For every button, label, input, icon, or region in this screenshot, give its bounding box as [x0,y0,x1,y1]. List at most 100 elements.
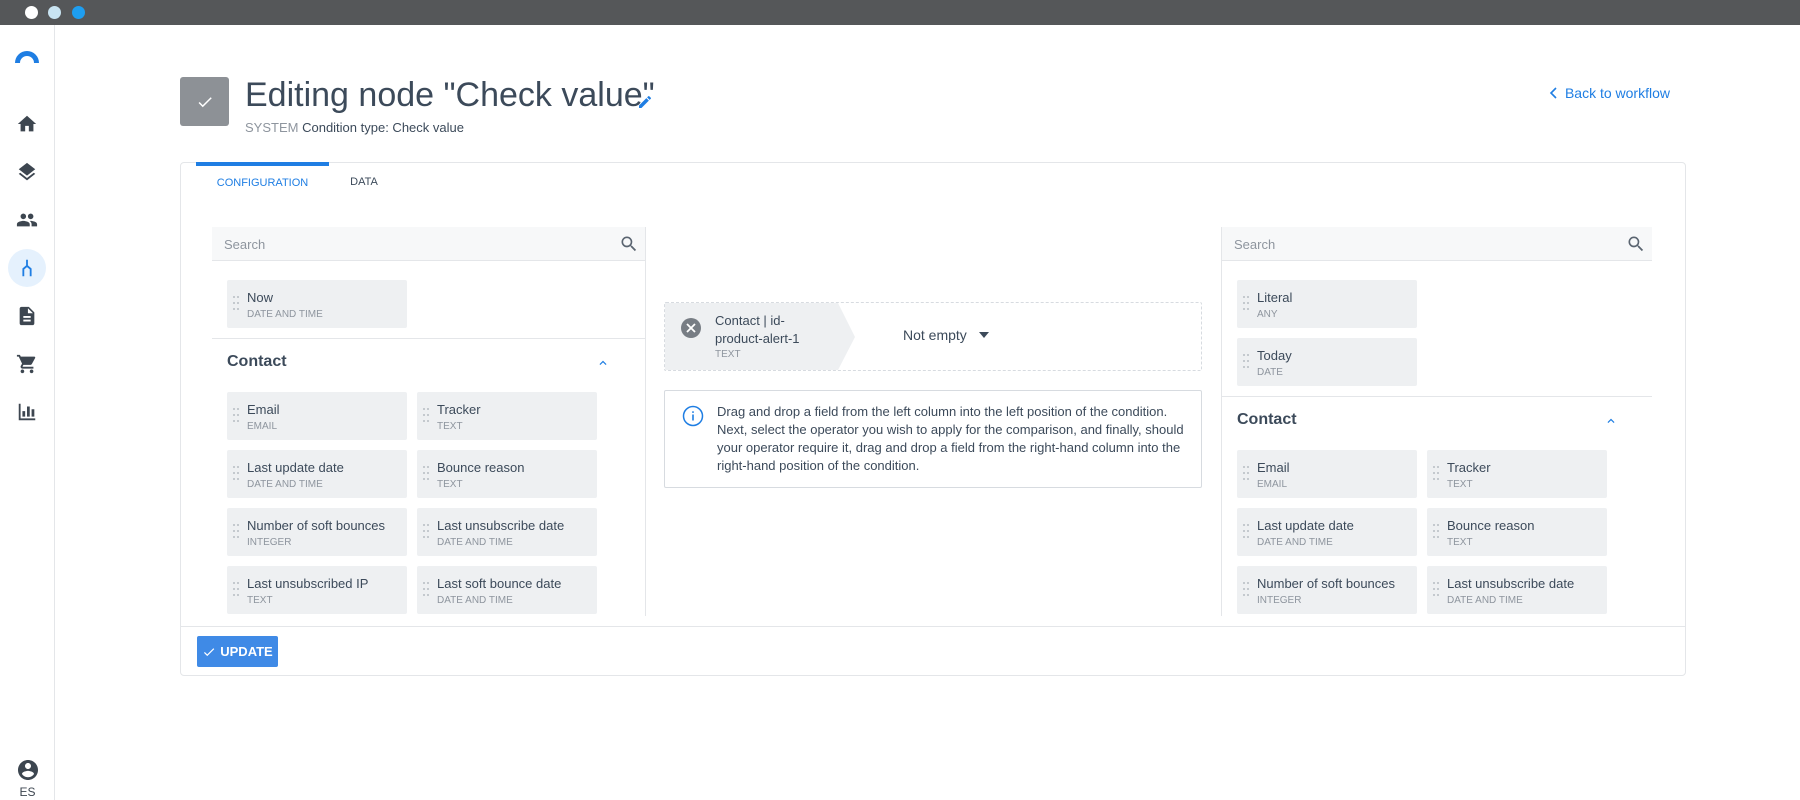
drag-handle-icon [233,524,239,540]
right-search [1222,227,1652,261]
drag-handle-icon [423,466,429,482]
people-icon [16,213,38,227]
sidebar-item-contacts[interactable] [8,201,46,239]
field-name: Bounce reason [1447,518,1535,533]
field-bounce-reason[interactable]: Bounce reason TEXT [417,450,597,498]
field-tracker[interactable]: Tracker TEXT [1427,450,1607,498]
tab-configuration[interactable]: CONFIGURATION [196,162,329,202]
sidebar-item-layers[interactable] [8,153,46,191]
field-bounce-reason[interactable]: Bounce reason TEXT [1427,508,1607,556]
home-icon [17,115,37,132]
drag-handle-icon [1243,582,1249,598]
sidebar-item-home[interactable] [8,105,46,143]
field-type: INTEGER [247,537,292,548]
field-type: ANY [1257,309,1278,320]
layers-icon [18,162,36,181]
window-close-button[interactable] [25,6,38,19]
divider [212,338,645,339]
field-literal[interactable]: Literal ANY [1237,280,1417,328]
field-name: Email [1257,460,1290,475]
field-number-of-soft-bounces[interactable]: Number of soft bounces INTEGER [227,508,407,556]
drag-handle-icon [233,296,239,312]
field-name: Email [247,402,280,417]
window-titlebar [0,0,1800,25]
drag-handle-icon [423,582,429,598]
search-icon[interactable] [1626,234,1646,254]
field-name: Number of soft bounces [1257,576,1396,591]
window-minimize-button[interactable] [48,6,61,19]
update-button-label: UPDATE [220,644,273,659]
chevron-up-icon[interactable] [1604,414,1618,428]
sidebar-item-reports[interactable] [8,393,46,431]
update-button[interactable]: UPDATE [197,636,278,667]
field-last-update-date[interactable]: Last update date DATE AND TIME [1237,508,1417,556]
field-last-unsubscribe-date[interactable]: Last unsubscribe date DATE AND TIME [417,508,597,556]
field-name: Bounce reason [437,460,525,475]
field-now[interactable]: Now DATE AND TIME [227,280,407,328]
field-type: EMAIL [247,421,278,432]
sidebar-item-documents[interactable] [8,297,46,335]
drag-handle-icon [423,524,429,540]
search-icon[interactable] [619,234,639,254]
condition-left-operand[interactable]: Contact | id-product-alert-1 TEXT [665,303,855,370]
check-icon [204,647,215,656]
operator-value: Not empty [903,327,967,343]
back-link-label: Back to workflow [1564,85,1670,101]
field-email[interactable]: Email EMAIL [1237,450,1417,498]
sidebar-item-commerce[interactable] [8,345,46,383]
check-icon [198,96,212,107]
edit-title-icon[interactable] [637,94,653,110]
field-number-of-soft-bounces[interactable]: Number of soft bounces INTEGER [1237,566,1417,614]
window-maximize-button[interactable] [72,6,85,19]
field-name: Last update date [1257,518,1354,533]
arc-logo-icon[interactable] [8,43,46,69]
document-icon [19,306,35,326]
chevron-up-icon[interactable] [596,356,610,370]
field-last-unsubscribe-date[interactable]: Last unsubscribe date DATE AND TIME [1427,566,1607,614]
drag-handle-icon [1243,296,1249,312]
condition-field-type: TEXT [715,349,741,360]
field-today[interactable]: Today DATE [1237,338,1417,386]
back-to-workflow-link[interactable]: Back to workflow [1549,85,1670,101]
drag-handle-icon [1243,466,1249,482]
info-icon [682,405,704,427]
workflow-icon [22,259,32,277]
field-tracker[interactable]: Tracker TEXT [417,392,597,440]
left-search [212,227,645,261]
field-last-unsubscribed-ip[interactable]: Last unsubscribed IP TEXT [227,566,407,614]
drag-handle-icon [1433,524,1439,540]
tab-data[interactable]: DATA [334,163,394,205]
field-type: DATE [1257,367,1283,378]
field-name: Last soft bounce date [437,576,562,591]
field-type: TEXT [1447,537,1473,548]
left-search-input[interactable] [212,227,645,261]
field-type: DATE AND TIME [437,595,513,606]
field-name: Literal [1257,290,1293,305]
condition-field-name: Contact | id-product-alert-1 [715,313,800,346]
field-type: DATE AND TIME [247,479,323,490]
drag-handle-icon [233,408,239,424]
field-type: DATE AND TIME [1447,595,1523,606]
field-email[interactable]: Email EMAIL [227,392,407,440]
field-last-update-date[interactable]: Last update date DATE AND TIME [227,450,407,498]
field-last-soft-bounce-date[interactable]: Last soft bounce date DATE AND TIME [417,566,597,614]
user-menu[interactable]: ES [0,758,55,799]
remove-operand-button[interactable] [681,318,701,338]
system-label: SYSTEM [245,120,299,135]
account-circle-icon [17,760,38,780]
caret-down-icon [978,332,989,338]
field-name: Last unsubscribe date [437,518,565,533]
info-box: Drag and drop a field from the left colu… [664,390,1202,488]
field-type: INTEGER [1257,595,1302,606]
right-search-input[interactable] [1222,227,1652,261]
chevron-left-icon [1549,87,1557,99]
drag-handle-icon [1433,582,1439,598]
bar-chart-icon [18,403,36,421]
field-name: Last unsubscribe date [1447,576,1575,591]
field-name: Last unsubscribed IP [247,576,369,591]
node-type-icon [180,77,229,126]
field-name: Number of soft bounces [247,518,386,533]
operator-select[interactable]: Not empty [903,327,989,343]
divider [1222,396,1652,397]
sidebar-item-workflows[interactable] [8,249,46,287]
